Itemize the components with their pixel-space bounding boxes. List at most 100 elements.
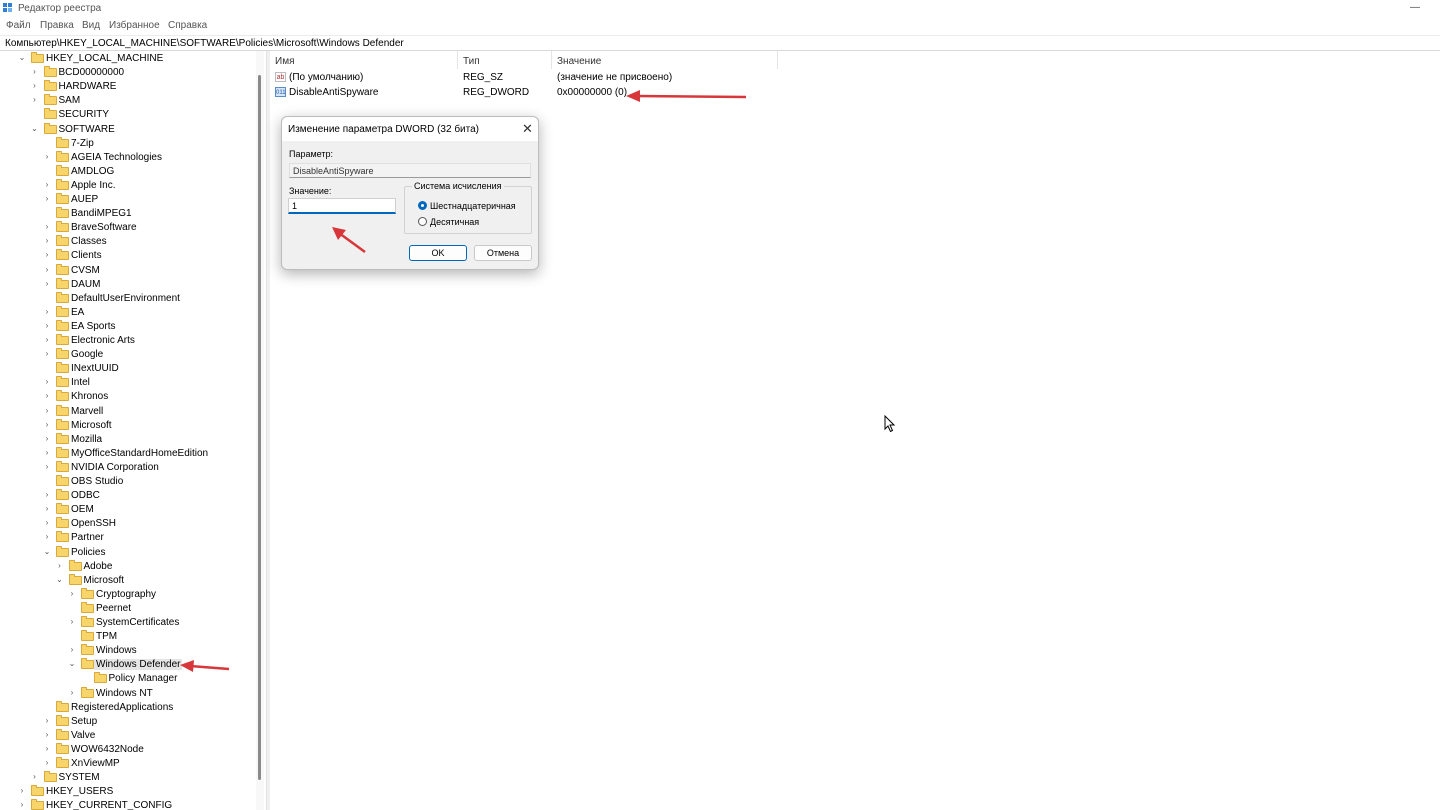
tree-item[interactable]: › Windows <box>0 644 256 658</box>
chevron-down-icon[interactable]: ⌄ <box>55 575 65 585</box>
tree-item[interactable]: ⌄ Windows Defender <box>0 658 256 672</box>
chevron-right-icon[interactable]: › <box>42 265 52 275</box>
tree-item[interactable]: › AGEIA Technologies <box>0 150 256 165</box>
tree-item[interactable]: › SAM <box>0 94 256 108</box>
ok-button[interactable]: OK <box>409 245 467 261</box>
tree-scrollbar-thumb[interactable] <box>258 75 261 780</box>
chevron-right-icon[interactable]: › <box>42 448 52 458</box>
tree-item[interactable]: › BCD00000000 <box>0 66 256 80</box>
menu-favorites[interactable]: Избранное <box>109 20 160 31</box>
tree-item[interactable]: Peernet <box>0 601 256 616</box>
tree-item[interactable]: › EA <box>0 305 256 320</box>
chevron-right-icon[interactable]: › <box>42 406 52 416</box>
chevron-right-icon[interactable]: › <box>42 420 52 430</box>
radio-hex-label[interactable]: Шестнадцатеричная <box>430 201 516 211</box>
tree-item[interactable]: › EA Sports <box>0 319 256 334</box>
chevron-right-icon[interactable]: › <box>42 504 52 514</box>
chevron-right-icon[interactable]: › <box>42 180 52 190</box>
chevron-right-icon[interactable]: › <box>42 222 52 232</box>
tree-item[interactable]: ⌄ Policies <box>0 545 256 560</box>
chevron-right-icon[interactable]: › <box>42 518 52 528</box>
tree-item[interactable]: ⌄ Microsoft <box>0 573 256 588</box>
radio-decimal[interactable] <box>418 217 427 226</box>
tree-item[interactable]: › AUEP <box>0 193 256 207</box>
tree-item[interactable]: 7-Zip <box>0 136 256 151</box>
menu-file[interactable]: Файл <box>6 20 31 31</box>
chevron-right-icon[interactable]: › <box>42 194 52 204</box>
tree-item[interactable]: › OpenSSH <box>0 517 256 531</box>
chevron-down-icon[interactable]: ⌄ <box>17 53 27 63</box>
tree-item[interactable]: › Valve <box>0 728 256 743</box>
tree-item[interactable]: › SystemCertificates <box>0 616 256 630</box>
chevron-right-icon[interactable]: › <box>42 377 52 387</box>
chevron-right-icon[interactable]: › <box>42 462 52 472</box>
tree-item[interactable]: › Partner <box>0 531 256 545</box>
chevron-right-icon[interactable]: › <box>30 772 40 782</box>
tree-item[interactable]: › ODBC <box>0 489 256 503</box>
chevron-right-icon[interactable]: › <box>17 800 27 810</box>
tree-item[interactable]: › OEM <box>0 503 256 517</box>
chevron-right-icon[interactable]: › <box>55 561 65 571</box>
tree-item[interactable]: › SYSTEM <box>0 771 256 785</box>
chevron-right-icon[interactable]: › <box>42 391 52 401</box>
chevron-right-icon[interactable]: › <box>42 744 52 754</box>
chevron-right-icon[interactable]: › <box>42 532 52 542</box>
tree-item[interactable]: BandiMPEG1 <box>0 207 256 221</box>
close-icon[interactable]: ✕ <box>522 121 533 137</box>
menu-edit[interactable]: Правка <box>40 20 74 31</box>
tree-item[interactable]: AMDLOG <box>0 164 256 179</box>
tree-item[interactable]: › Khronos <box>0 390 256 404</box>
column-header-name[interactable]: Имя <box>270 51 458 69</box>
tree-item[interactable]: Policy Manager <box>0 672 256 686</box>
chevron-down-icon[interactable]: ⌄ <box>67 659 77 669</box>
tree-item[interactable]: OBS Studio <box>0 475 256 489</box>
tree-item[interactable]: › Intel <box>0 376 256 390</box>
tree-item[interactable]: › Classes <box>0 235 256 249</box>
tree-item[interactable]: › Marvell <box>0 404 256 419</box>
menu-view[interactable]: Вид <box>82 20 100 31</box>
tree-item[interactable]: SECURITY <box>0 108 256 122</box>
tree-item[interactable]: ⌄ HKEY_LOCAL_MACHINE <box>0 52 256 66</box>
chevron-right-icon[interactable]: › <box>42 236 52 246</box>
tree-item[interactable]: › Microsoft <box>0 418 256 433</box>
tree-scrollbar[interactable] <box>256 51 264 810</box>
chevron-right-icon[interactable]: › <box>42 434 52 444</box>
tree-item[interactable]: › Electronic Arts <box>0 334 256 348</box>
chevron-right-icon[interactable]: › <box>42 152 52 162</box>
chevron-right-icon[interactable]: › <box>30 67 40 77</box>
tree-item[interactable]: › CVSM <box>0 263 256 278</box>
tree-item[interactable]: DefaultUserEnvironment <box>0 291 256 306</box>
chevron-right-icon[interactable]: › <box>42 490 52 500</box>
chevron-right-icon[interactable]: › <box>42 716 52 726</box>
tree-item[interactable]: › HKEY_USERS <box>0 785 256 799</box>
tree-item[interactable]: › Google <box>0 348 256 362</box>
tree-item[interactable]: ⌄ SOFTWARE <box>0 122 256 137</box>
chevron-right-icon[interactable]: › <box>30 95 40 105</box>
tree-item[interactable]: › Apple Inc. <box>0 178 256 193</box>
column-header-type[interactable]: Тип <box>458 51 552 69</box>
minimize-button[interactable]: — <box>1410 2 1420 13</box>
chevron-right-icon[interactable]: › <box>42 279 52 289</box>
menu-help[interactable]: Справка <box>168 20 207 31</box>
chevron-right-icon[interactable]: › <box>67 688 77 698</box>
chevron-right-icon[interactable]: › <box>67 589 77 599</box>
tree-item[interactable]: TPM <box>0 630 256 644</box>
radio-hex[interactable] <box>418 201 427 210</box>
tree-item[interactable]: › Mozilla <box>0 432 256 447</box>
radio-decimal-label[interactable]: Десятичная <box>430 217 479 227</box>
chevron-right-icon[interactable]: › <box>42 307 52 317</box>
chevron-right-icon[interactable]: › <box>17 786 27 796</box>
chevron-right-icon[interactable]: › <box>42 758 52 768</box>
chevron-down-icon[interactable]: ⌄ <box>42 547 52 557</box>
chevron-right-icon[interactable]: › <box>67 617 77 627</box>
chevron-right-icon[interactable]: › <box>42 349 52 359</box>
tree-item[interactable]: › Cryptography <box>0 587 256 602</box>
tree-item[interactable]: › MyOfficeStandardHomeEdition <box>0 446 256 461</box>
address-bar[interactable]: Компьютер\HKEY_LOCAL_MACHINE\SOFTWARE\Po… <box>0 35 1440 51</box>
chevron-down-icon[interactable]: ⌄ <box>30 124 40 134</box>
chevron-right-icon[interactable]: › <box>30 81 40 91</box>
cancel-button[interactable]: Отмена <box>474 245 532 261</box>
tree-item[interactable]: › DAUM <box>0 277 256 292</box>
tree-item[interactable]: › XnViewMP <box>0 757 256 771</box>
tree-item[interactable]: › Windows NT <box>0 686 256 701</box>
